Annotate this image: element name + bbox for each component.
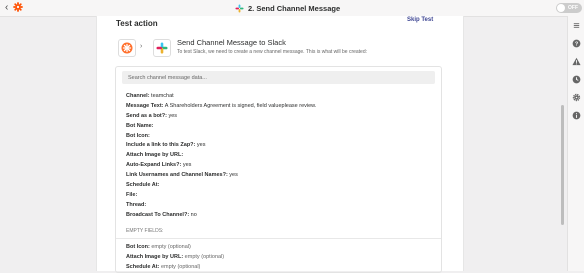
field-label: Schedule At: — [126, 263, 160, 270]
zap-step-title[interactable]: 2. Send Channel Message — [235, 2, 340, 14]
empty-field-row: Attach Image by URL: empty (optional) — [126, 253, 224, 263]
scrollbar[interactable] — [561, 105, 564, 225]
field-value: A Shareholders Agreement is signed, fiel… — [163, 102, 317, 109]
field-row: Attach Image by URL: — [126, 151, 316, 161]
field-value: empty (optional) — [159, 263, 201, 270]
field-row: Schedule At: — [126, 181, 316, 191]
list-icon[interactable] — [572, 21, 581, 30]
toggle-label: OFF — [568, 5, 578, 11]
zapier-logo-icon[interactable] — [13, 2, 23, 12]
svg-text:?: ? — [575, 41, 578, 47]
field-row: Bot Name: — [126, 122, 316, 132]
field-value: no — [189, 211, 197, 218]
field-label: Link Usernames and Channel Names?: — [126, 172, 228, 179]
gear-icon[interactable] — [572, 93, 581, 102]
help-icon[interactable]: ? — [572, 39, 581, 48]
field-row: Link Usernames and Channel Names?: yes — [126, 171, 316, 181]
field-row: Channel: teamchat — [126, 92, 316, 102]
slack-app-icon — [156, 42, 168, 54]
empty-field-list: Bot Icon: empty (optional) Attach Image … — [126, 243, 224, 272]
field-row: Auto-Expand Links?: yes — [126, 161, 316, 171]
field-label: Broadcast To Channel?: — [126, 211, 190, 218]
channel-message-data-box: Channel: teamchat Message Text: A Shareh… — [115, 66, 442, 273]
field-row: Include a link to this Zap?: yes — [126, 141, 316, 151]
field-label: Thread: — [126, 201, 147, 208]
action-header-title: Send Channel Message to Slack — [177, 38, 286, 47]
field-label: Bot Name: — [126, 122, 154, 129]
zapier-app-icon — [121, 42, 133, 54]
test-action-panel: Test action Skip Test › Send Channel Mes… — [96, 16, 464, 273]
field-label: Schedule At: — [126, 182, 160, 189]
field-row: Broadcast To Channel?: no — [126, 211, 316, 221]
field-value: yes — [195, 142, 206, 149]
info-icon[interactable] — [572, 111, 581, 120]
empty-field-row: Bot Icon: empty (optional) — [126, 243, 224, 253]
zapier-app-badge — [118, 39, 136, 57]
field-label: Bot Icon: — [126, 244, 150, 250]
empty-field-row: Schedule At: empty (optional) — [126, 263, 224, 272]
history-icon[interactable] — [572, 75, 581, 84]
empty-fields-header: EMPTY FIELDS: — [126, 228, 164, 234]
field-row: Send as a bot?: yes — [126, 112, 316, 122]
field-value: empty (optional) — [183, 253, 225, 260]
field-label: Channel: — [126, 93, 150, 99]
field-value: yes — [166, 112, 178, 119]
field-value: empty (optional) — [149, 244, 191, 250]
skip-test-link[interactable]: Skip Test — [407, 17, 433, 23]
zap-on-off-toggle[interactable]: OFF — [556, 3, 582, 13]
action-header-subtitle: To test Slack, we need to create a new c… — [177, 49, 368, 55]
field-value: teamchat — [149, 93, 174, 99]
field-row: Message Text: A Shareholders Agreement i… — [126, 102, 316, 112]
field-label: Send as a bot?: — [126, 112, 167, 119]
field-label: Message Text: — [126, 102, 164, 109]
chevron-right-icon: › — [140, 43, 143, 50]
toggle-knob — [557, 4, 565, 12]
field-label: Attach Image by URL: — [126, 253, 184, 260]
field-row: Bot Icon: — [126, 132, 316, 142]
back-chevron-icon[interactable]: ‹ — [5, 2, 8, 14]
field-row: Thread: — [126, 201, 316, 211]
field-list: Channel: teamchat Message Text: A Shareh… — [126, 92, 316, 221]
field-label: Include a link to this Zap?: — [126, 142, 196, 149]
slack-icon — [235, 3, 244, 13]
field-value: yes — [181, 162, 192, 169]
search-input[interactable] — [122, 71, 435, 84]
field-value: yes — [227, 172, 238, 179]
panel-title: Test action — [116, 19, 158, 28]
warning-icon[interactable] — [572, 57, 581, 66]
slack-app-badge — [153, 39, 171, 57]
divider — [116, 238, 441, 239]
field-label: Auto-Expand Links?: — [126, 162, 182, 169]
field-label: File: — [126, 191, 138, 198]
field-label: Bot Icon: — [126, 132, 150, 139]
field-label: Attach Image by URL: — [126, 152, 184, 159]
field-row: File: — [126, 191, 316, 201]
top-bar: ‹ 2. Send Channel Message OFF — [0, 0, 584, 17]
right-sidebar: ? — [567, 16, 584, 271]
zap-step-title-text: 2. Send Channel Message — [248, 3, 341, 13]
